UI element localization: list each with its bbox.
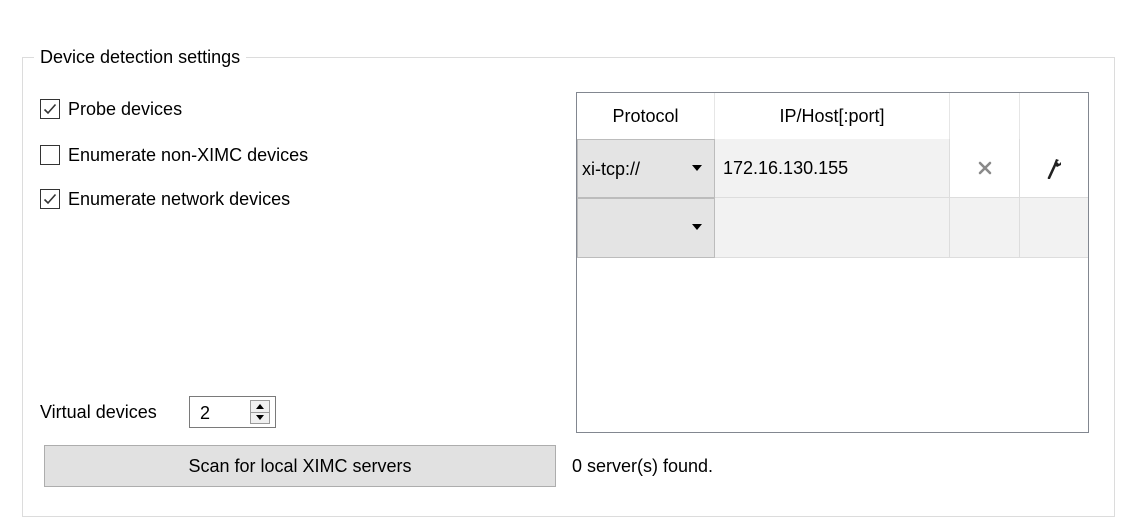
chevron-down-icon	[692, 165, 702, 171]
checkbox-checked-icon	[40, 189, 60, 209]
close-icon[interactable]	[978, 161, 992, 175]
host-cell[interactable]	[715, 198, 950, 258]
caret-down-icon	[256, 415, 264, 420]
table-row-protocol-cell[interactable]	[577, 198, 715, 258]
column-header-edit	[1020, 93, 1088, 139]
probe-devices-label: Probe devices	[68, 99, 183, 119]
scan-status-text: 0 server(s) found.	[572, 456, 714, 476]
column-header-remove	[950, 93, 1020, 139]
column-header-host[interactable]: IP/Host[:port]	[715, 93, 950, 139]
chevron-down-icon	[692, 224, 702, 230]
scan-local-servers-button[interactable]: Scan for local XIMC servers	[44, 445, 556, 487]
group-title: Device detection settings	[34, 45, 247, 69]
edit-cell	[1020, 198, 1088, 258]
virtual-devices-value[interactable]: 2	[200, 401, 210, 425]
virtual-devices-label: Virtual devices	[40, 402, 157, 422]
host-cell[interactable]: 172.16.130.155	[715, 139, 950, 198]
edit-cell[interactable]	[1020, 139, 1088, 198]
checkbox-unchecked-icon	[40, 145, 60, 165]
column-header-protocol[interactable]: Protocol	[577, 93, 715, 139]
wrench-icon[interactable]	[1045, 157, 1063, 179]
table-row-protocol-cell[interactable]: xi-tcp://	[577, 139, 715, 198]
spin-down-button[interactable]	[251, 412, 269, 423]
enumerate-network-checkbox[interactable]: Enumerate network devices	[40, 186, 290, 212]
probe-devices-checkbox[interactable]: Probe devices	[40, 96, 182, 122]
protocol-value: xi-tcp://	[582, 159, 641, 179]
protocol-combobox[interactable]	[577, 198, 715, 258]
caret-up-icon	[256, 404, 264, 409]
remove-cell[interactable]	[950, 139, 1020, 198]
remove-cell	[950, 198, 1020, 258]
checkbox-checked-icon	[40, 99, 60, 119]
spin-buttons	[250, 400, 270, 424]
protocol-combobox[interactable]: xi-tcp://	[577, 139, 715, 198]
enumerate-network-label: Enumerate network devices	[68, 189, 291, 209]
network-hosts-table: Protocol IP/Host[:port] xi-tcp:// 172.16…	[576, 92, 1089, 433]
enumerate-non-ximc-label: Enumerate non-XIMC devices	[68, 145, 309, 165]
enumerate-non-ximc-checkbox[interactable]: Enumerate non-XIMC devices	[40, 142, 308, 168]
host-value: 172.16.130.155	[723, 158, 849, 178]
virtual-devices-spinbox[interactable]: 2	[189, 396, 276, 428]
